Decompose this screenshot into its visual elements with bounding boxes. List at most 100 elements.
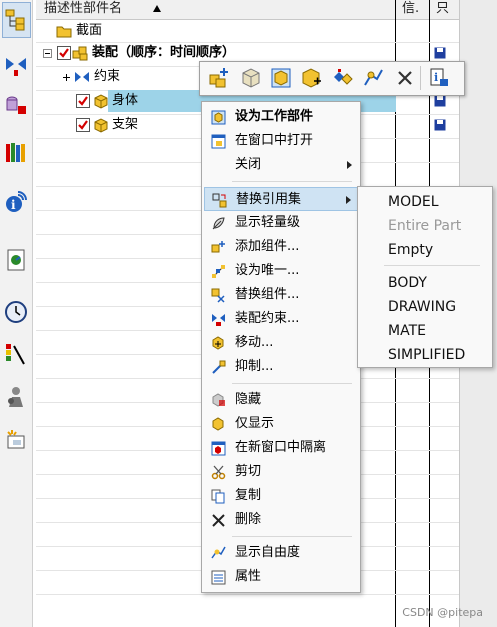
menu-label: 在窗口中打开: [235, 133, 314, 148]
replace-component-icon[interactable]: [270, 67, 292, 89]
menu-item-replace-component[interactable]: 替换组件...: [204, 283, 358, 307]
assembly-icon: [72, 46, 88, 61]
submenu-item-mate[interactable]: MATE: [388, 319, 426, 343]
make-unique-icon: [212, 265, 225, 278]
collapse-icon[interactable]: [43, 49, 52, 58]
svg-text:i: i: [434, 71, 438, 84]
menu-item-make-work-part[interactable]: 设为工作部件: [204, 105, 358, 129]
replace-refset-icon: [212, 193, 227, 208]
save-status-icon: [434, 95, 446, 107]
move-component-icon[interactable]: [300, 67, 322, 89]
sort-ascending-icon[interactable]: [152, 4, 162, 13]
submenu-arrow-icon: [346, 196, 351, 204]
information-icon[interactable]: i: [428, 67, 450, 89]
isolate-icon: [211, 441, 226, 456]
submenu-item-body[interactable]: BODY: [388, 271, 427, 295]
menu-item-assembly-constraints[interactable]: 装配约束...: [204, 307, 358, 331]
menu-label: 装配约束...: [235, 311, 300, 326]
add-component-icon[interactable]: [208, 67, 230, 89]
tree-row-section[interactable]: 截面: [36, 20, 396, 42]
menu-label: 设为工作部件: [235, 109, 314, 124]
menu-label: 替换引用集: [236, 192, 302, 207]
menu-item-make-unique[interactable]: 设为唯一...: [204, 259, 358, 283]
submenu-item-model[interactable]: MODEL: [388, 190, 439, 214]
menu-label: 隐藏: [235, 392, 262, 407]
component-icon: [94, 118, 108, 133]
menu-item-add-component[interactable]: 添加组件...: [204, 235, 358, 259]
delete-icon[interactable]: [394, 67, 416, 89]
part-navigator-icon[interactable]: [4, 94, 28, 118]
menu-item-show-dof[interactable]: 显示自由度: [204, 541, 358, 565]
save-status-icon: [434, 119, 446, 131]
menu-item-isolate-new-window[interactable]: 在新窗口中隔离: [204, 436, 358, 460]
menu-item-copy[interactable]: 复制: [204, 484, 358, 508]
menu-separator: [232, 536, 352, 537]
submenu-item-entire-part: Entire Part: [388, 218, 462, 234]
component-icon: [94, 94, 108, 109]
menu-item-cut[interactable]: 剪切: [204, 460, 358, 484]
header-extra[interactable]: 只: [436, 0, 449, 19]
tree-label-body: 身体: [112, 93, 139, 108]
submenu-item-drawing[interactable]: DRAWING: [388, 295, 456, 319]
reference-set-submenu: MODEL Entire Part Empty BODY DRAWING MAT…: [357, 186, 493, 368]
menu-label: 显示自由度: [235, 545, 301, 560]
menu-label: 添加组件...: [235, 239, 300, 254]
menu-label: 复制: [235, 488, 262, 503]
show-dof-icon[interactable]: [362, 67, 384, 89]
cut-icon: [211, 465, 226, 480]
menu-item-close[interactable]: 关闭: [204, 153, 358, 177]
assembly-constraint-icon[interactable]: [332, 67, 354, 89]
header-name[interactable]: 描述性部件名: [44, 0, 122, 19]
menu-separator: [232, 383, 352, 384]
submenu-item-empty[interactable]: Empty: [388, 238, 433, 262]
menu-label: 设为唯一...: [235, 263, 300, 278]
menu-item-open-in-window[interactable]: 在窗口中打开: [204, 129, 358, 153]
delete-icon: [212, 514, 225, 527]
context-menu: 设为工作部件 在窗口中打开 关闭 替换引用集 显示轻量级 添加组件... 设为唯…: [201, 101, 361, 593]
menu-label: 删除: [235, 512, 262, 527]
menu-item-properties[interactable]: 属性: [204, 565, 358, 589]
properties-icon: [211, 570, 226, 585]
folder-icon: [56, 26, 72, 38]
system-scene-icon[interactable]: [4, 428, 28, 452]
clock-icon[interactable]: [4, 300, 28, 324]
submenu-arrow-icon: [347, 161, 352, 169]
menu-separator: [232, 181, 352, 182]
menu-item-replace-reference-set[interactable]: 替换引用集: [204, 187, 358, 211]
svg-text:i: i: [11, 198, 16, 212]
checkbox-checked-icon[interactable]: [76, 118, 90, 132]
checkbox-checked-icon[interactable]: [57, 46, 71, 60]
menu-item-show-only[interactable]: 仅显示: [204, 412, 358, 436]
new-component-icon[interactable]: [240, 67, 262, 89]
constraint-icon: [75, 72, 89, 82]
open-window-icon: [211, 134, 226, 149]
menu-item-hide[interactable]: 隐藏: [204, 388, 358, 412]
visualization-icon[interactable]: [4, 342, 28, 366]
menu-label: 关闭: [235, 157, 262, 172]
menu-label: 在新窗口中隔离: [235, 440, 327, 455]
submenu-item-simplified[interactable]: SIMPLIFIED: [388, 343, 465, 367]
radial-toolbar: i: [199, 61, 465, 96]
menu-item-suppress[interactable]: 抑制...: [204, 355, 358, 379]
constraint-navigator-icon[interactable]: [4, 54, 28, 78]
header-info[interactable]: 信.: [402, 0, 419, 19]
tree-label-constraints: 约束: [94, 69, 121, 84]
checkbox-checked-icon[interactable]: [76, 94, 90, 108]
roles-icon[interactable]: [4, 385, 28, 409]
menu-item-delete[interactable]: 删除: [204, 508, 358, 532]
info-web-icon[interactable]: i: [4, 190, 28, 214]
menu-item-move[interactable]: 移动...: [204, 331, 358, 355]
move-icon: [212, 336, 224, 350]
menu-item-show-lightweight[interactable]: 显示轻量级: [204, 211, 358, 235]
history-palette-icon[interactable]: [4, 248, 28, 272]
menu-label: 剪切: [235, 464, 262, 479]
menu-label: 抑制...: [235, 359, 274, 374]
menu-label: 显示轻量级: [235, 215, 301, 230]
lightweight-icon: [212, 217, 225, 230]
expand-icon[interactable]: [62, 73, 71, 82]
reuse-library-icon[interactable]: [4, 140, 28, 164]
menu-label: 移动...: [235, 335, 274, 350]
save-status-icon: [434, 47, 446, 59]
assembly-navigator-icon[interactable]: [4, 8, 28, 32]
copy-icon: [211, 489, 225, 504]
